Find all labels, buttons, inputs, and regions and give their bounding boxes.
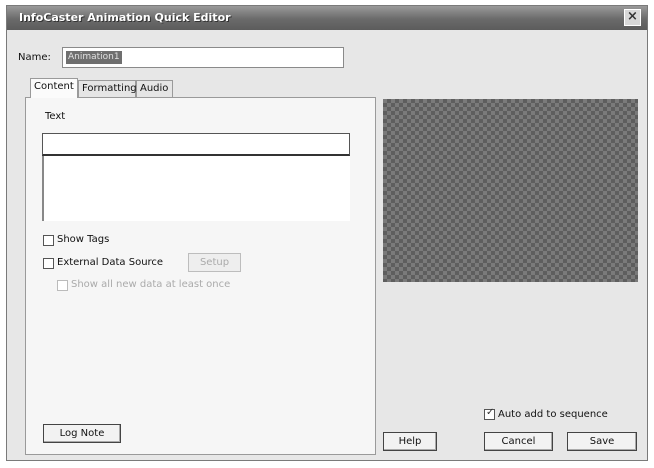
setup-button-label: Setup — [199, 257, 230, 268]
help-button[interactable]: Help — [383, 432, 437, 451]
name-value: Animation1 — [66, 51, 122, 64]
show-all-new-data-label: Show all new data at least once — [71, 279, 231, 290]
tab-audio[interactable]: Audio — [136, 80, 173, 98]
window-title: InfoCaster Animation Quick Editor — [19, 11, 231, 24]
external-data-source-checkbox[interactable] — [43, 258, 54, 269]
text-input-edge — [42, 156, 44, 221]
name-field[interactable]: Animation1 — [62, 47, 344, 68]
auto-add-label: Auto add to sequence — [498, 409, 608, 420]
close-icon: × — [627, 9, 638, 24]
cancel-button[interactable]: Cancel — [484, 432, 553, 451]
auto-add-checkbox[interactable]: ✓ — [484, 407, 495, 420]
tab-content-label: Content — [34, 81, 74, 92]
log-note-button[interactable]: Log Note — [43, 424, 121, 443]
save-button[interactable]: Save — [567, 432, 637, 451]
save-button-label: Save — [589, 436, 615, 447]
close-button[interactable]: × — [624, 9, 641, 26]
show-tags-checkbox[interactable] — [43, 235, 54, 246]
tab-formatting[interactable]: Formatting — [78, 80, 137, 98]
cancel-button-label: Cancel — [501, 436, 536, 447]
tab-audio-label: Audio — [140, 83, 169, 94]
name-label: Name: — [18, 52, 51, 63]
title-bar[interactable]: InfoCaster Animation Quick Editor × — [7, 6, 647, 30]
help-button-label: Help — [398, 436, 422, 447]
tab-content[interactable]: Content — [30, 78, 78, 98]
setup-button[interactable]: Setup — [188, 253, 241, 272]
text-input-first-line — [42, 133, 350, 156]
external-data-source-label: External Data Source — [57, 257, 164, 268]
show-all-new-data-checkbox[interactable] — [57, 280, 68, 291]
checkmark-icon: ✓ — [486, 407, 495, 418]
text-input[interactable] — [42, 133, 350, 221]
show-tags-label: Show Tags — [57, 234, 110, 245]
text-label: Text — [45, 111, 66, 122]
log-note-label: Log Note — [59, 428, 105, 439]
animation-preview — [383, 99, 638, 282]
tab-formatting-label: Formatting — [82, 83, 137, 94]
